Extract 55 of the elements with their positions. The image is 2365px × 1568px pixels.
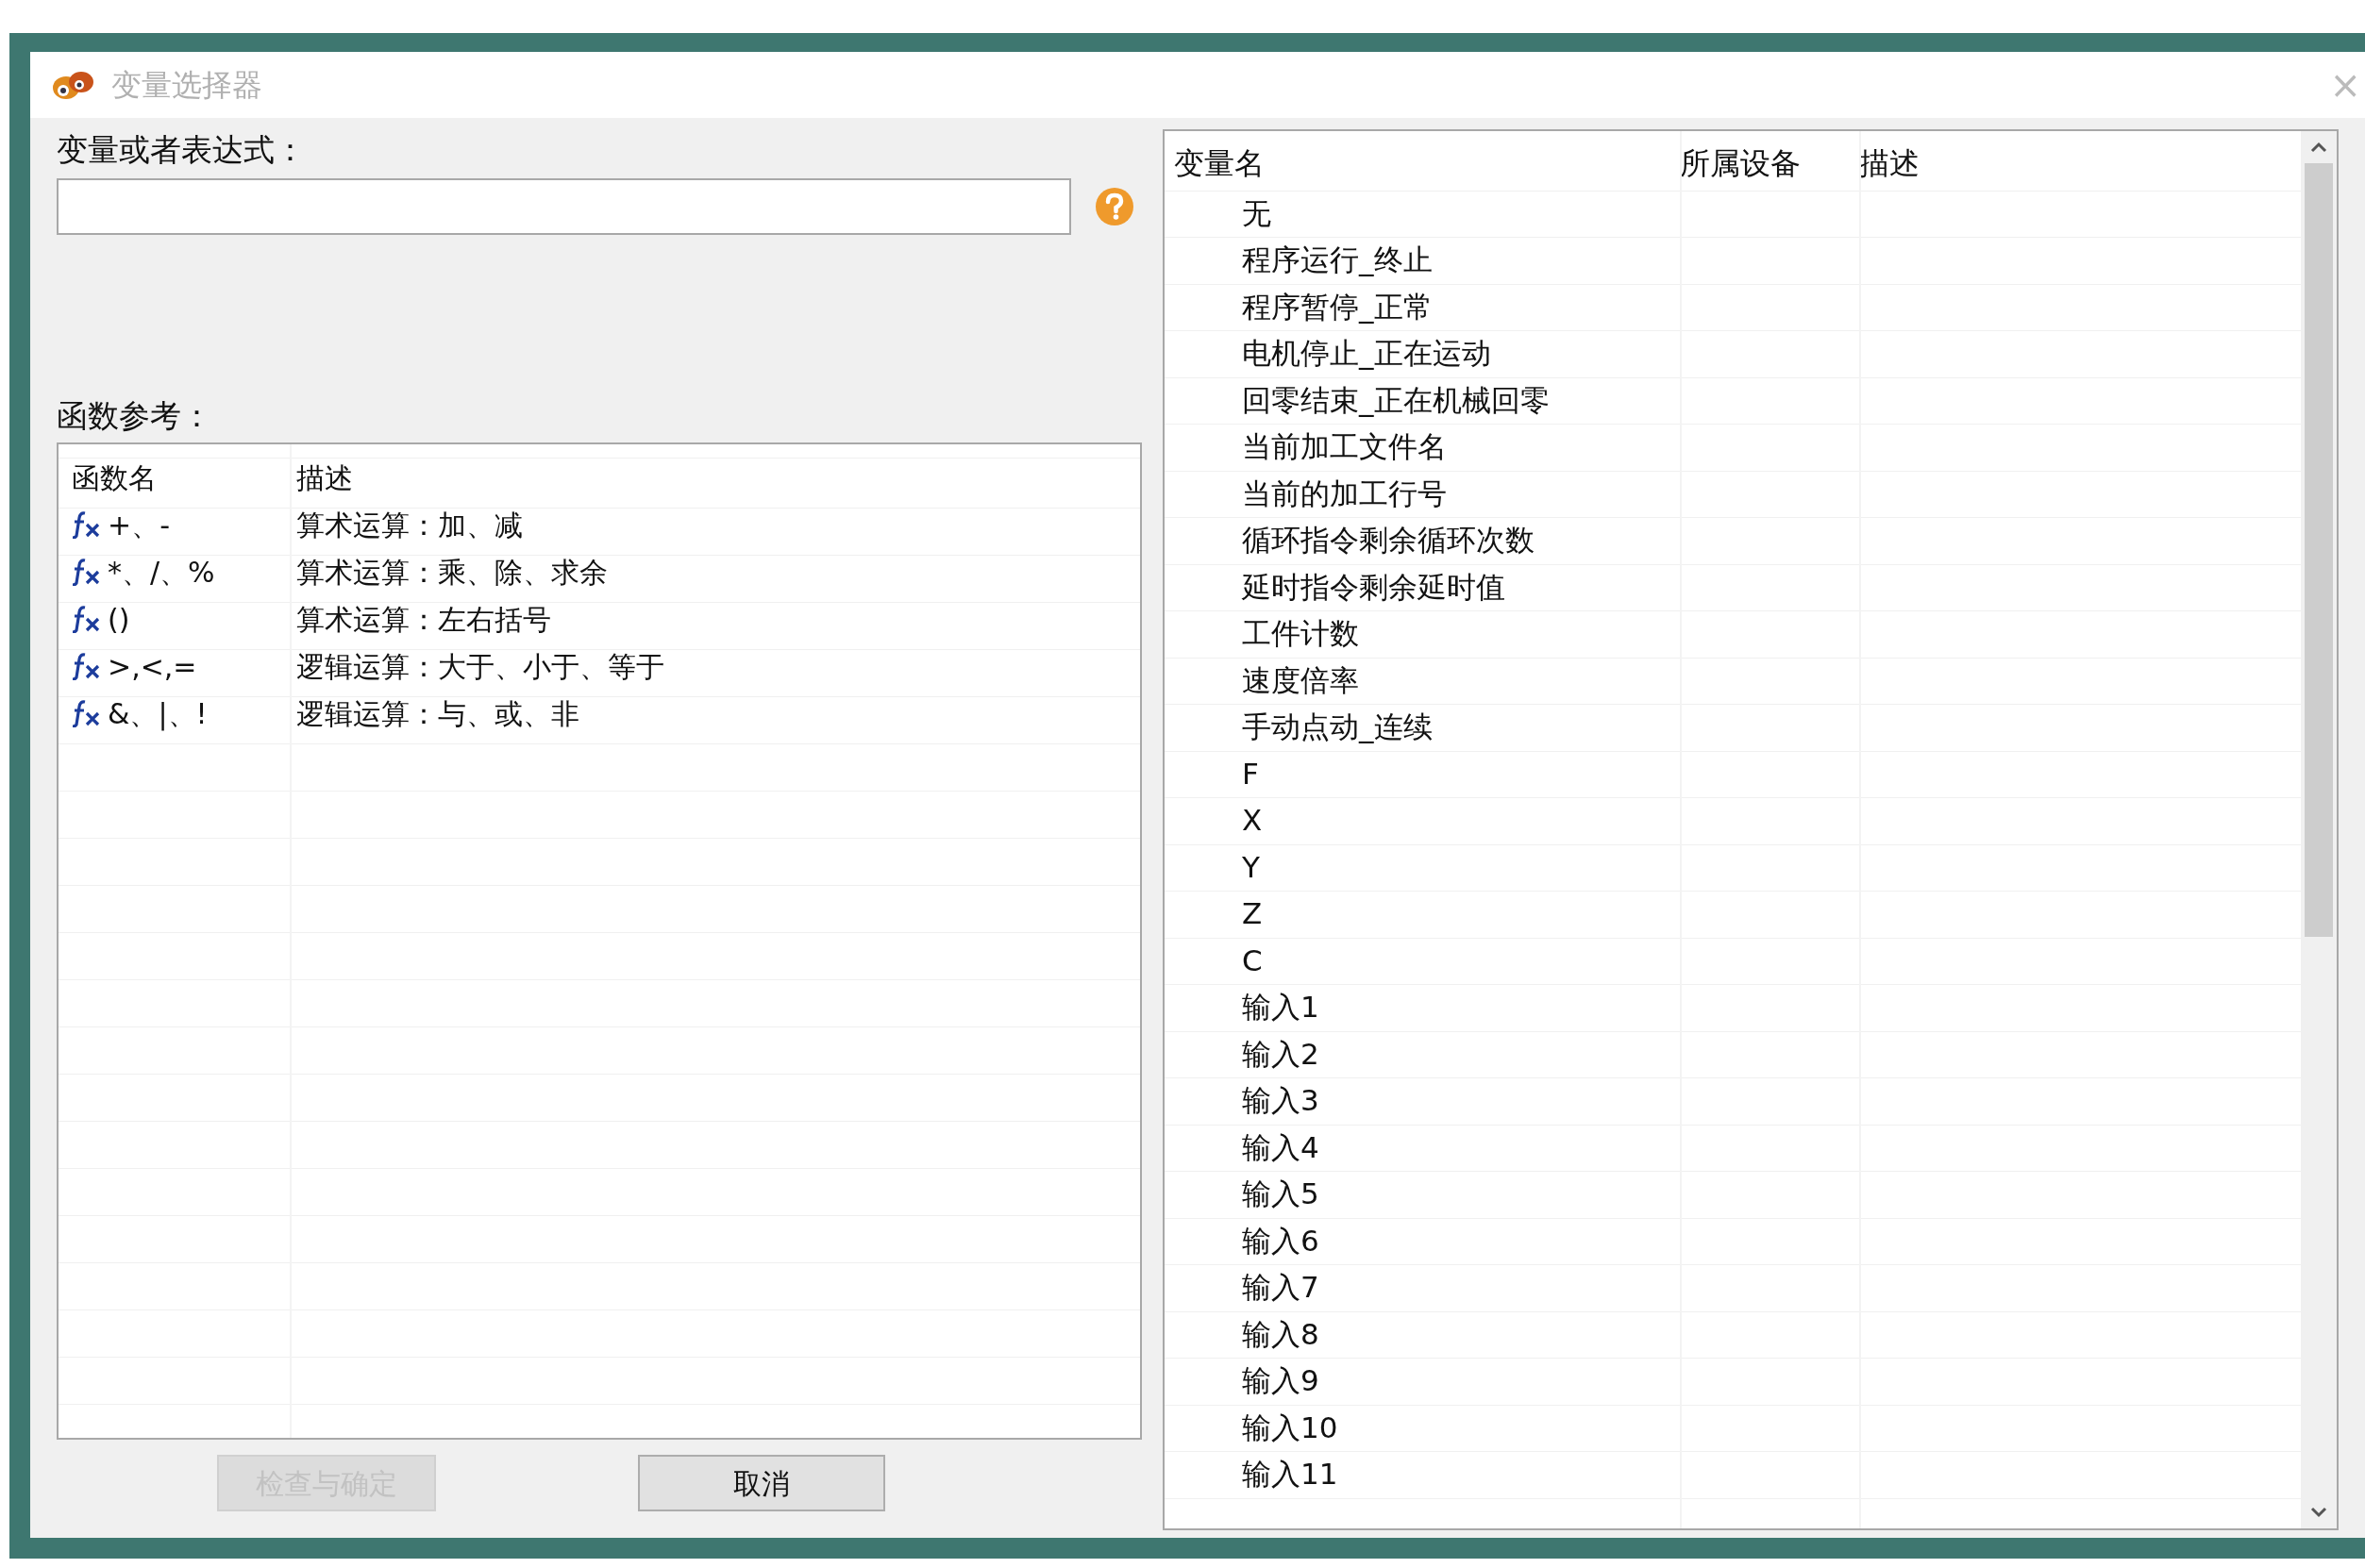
variable-name[interactable]: Z — [1242, 896, 1263, 930]
variable-name[interactable]: 输入10 — [1242, 1410, 1338, 1444]
variable-name[interactable]: 输入7 — [1242, 1270, 1319, 1304]
function-description: 算术运算：乘、除、求余 — [296, 555, 608, 589]
column-header: 描述 — [296, 460, 353, 494]
function-name: *、/、% — [108, 554, 215, 591]
variable-name[interactable]: X — [1242, 803, 1263, 837]
variable-name[interactable]: 无 — [1242, 195, 1271, 230]
function-description: 逻辑运算：与、或、非 — [296, 696, 579, 730]
function-icon — [72, 652, 100, 680]
help-icon[interactable] — [1094, 186, 1135, 227]
variable-name[interactable]: 输入1 — [1242, 990, 1319, 1024]
cancel-button[interactable]: 取消 — [638, 1455, 885, 1511]
function-icon — [72, 699, 100, 727]
field-label: 变量或者表达式： — [57, 130, 307, 170]
variable-name[interactable]: 工件计数 — [1242, 616, 1359, 650]
variable-name[interactable]: 输入6 — [1242, 1223, 1319, 1258]
column-header: 函数名 — [72, 459, 157, 496]
function-name: >,<,= — [108, 648, 197, 685]
variable-name[interactable]: 输入11 — [1242, 1457, 1338, 1491]
column-header: 变量名 — [1174, 145, 1265, 181]
column-header: 描述 — [1859, 145, 1920, 181]
variable-name[interactable]: 输入3 — [1242, 1083, 1319, 1117]
scrollbar-thumb[interactable] — [2305, 163, 2333, 937]
variable-name[interactable]: 手动点动_连续 — [1242, 709, 1433, 743]
variable-name[interactable]: 回零结束_正在机械回零 — [1242, 382, 1550, 417]
variable-name[interactable]: 延时指令剩余延时值 — [1242, 569, 1505, 604]
window-title: 变量选择器 — [111, 66, 262, 105]
variable-name[interactable]: 循环指令剩余循环次数 — [1242, 523, 1535, 557]
function-icon — [72, 558, 100, 586]
function-description: 算术运算：左右括号 — [296, 602, 551, 636]
variable-name[interactable]: F — [1242, 756, 1259, 791]
section-label: 函数参考： — [57, 396, 213, 436]
function-name: () — [108, 601, 130, 638]
column-header: 所属设备 — [1680, 145, 1801, 181]
variable-name[interactable]: 当前的加工行号 — [1242, 475, 1447, 510]
expression-field[interactable] — [57, 178, 1071, 235]
variable-name[interactable]: 程序暂停_正常 — [1242, 289, 1433, 324]
variable-name[interactable]: 当前加工文件名 — [1242, 429, 1447, 463]
function-name: &、|、! — [108, 695, 208, 733]
variable-name[interactable]: 速度倍率 — [1242, 662, 1359, 697]
variable-name[interactable]: 输入4 — [1242, 1129, 1319, 1164]
variable-name[interactable]: 输入2 — [1242, 1036, 1319, 1071]
function-name: +、- — [108, 507, 170, 543]
variable-name[interactable]: C — [1242, 942, 1263, 977]
function-icon — [72, 510, 100, 539]
variable-name[interactable]: 电机停止_正在运动 — [1242, 336, 1491, 370]
variable-name[interactable]: 输入9 — [1242, 1363, 1319, 1397]
function-description: 逻辑运算：大于、小于、等于 — [296, 649, 664, 683]
variable-name[interactable]: 程序运行_终止 — [1242, 242, 1433, 276]
variable-name[interactable]: 输入5 — [1242, 1176, 1319, 1210]
variable-name[interactable]: Y — [1242, 849, 1260, 884]
function-icon — [72, 605, 100, 633]
variable-name[interactable]: 输入8 — [1242, 1316, 1319, 1351]
function-description: 算术运算：加、减 — [296, 508, 523, 542]
